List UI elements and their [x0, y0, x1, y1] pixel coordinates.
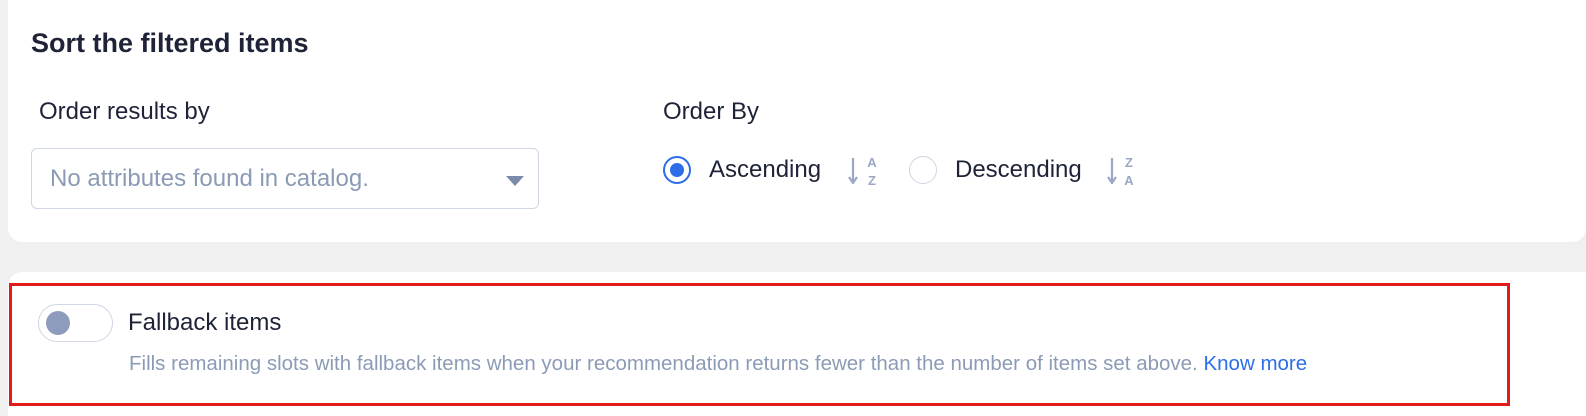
radio-descending-indicator[interactable] — [909, 156, 937, 184]
order-results-label: Order results by — [39, 98, 210, 125]
section-title: Sort the filtered items — [31, 28, 309, 58]
sort-z-a-icon: Z A — [1107, 155, 1134, 188]
radio-ascending-indicator[interactable] — [663, 156, 691, 184]
sort-a-z-bottom-letter: Z — [868, 173, 876, 188]
sort-z-a-top-letter: Z — [1125, 155, 1133, 170]
fallback-description-text: Fills remaining slots with fallback item… — [129, 352, 1198, 375]
select-placeholder: No attributes found in catalog. — [50, 165, 369, 192]
fallback-toggle-label: Fallback items — [128, 309, 282, 336]
sort-a-z-top-letter: A — [867, 155, 877, 170]
toggle-knob — [46, 311, 70, 335]
know-more-link[interactable]: Know more — [1203, 352, 1307, 375]
fallback-toggle[interactable] — [38, 304, 113, 342]
sort-z-a-bottom-letter: A — [1124, 173, 1134, 188]
sort-a-z-icon: A Z — [848, 155, 877, 188]
order-attribute-select[interactable]: No attributes found in catalog. — [31, 148, 539, 209]
radio-ascending-label: Ascending — [709, 156, 822, 183]
order-by-label: Order By — [663, 98, 760, 125]
radio-descending[interactable]: Descending Z A — [909, 154, 1149, 190]
fallback-description: Fills remaining slots with fallback item… — [129, 352, 1307, 376]
chevron-down-icon — [506, 176, 524, 186]
radio-ascending[interactable]: Ascending A Z — [663, 154, 893, 190]
radio-descending-label: Descending — [955, 156, 1082, 183]
highlight-box — [9, 283, 1510, 406]
